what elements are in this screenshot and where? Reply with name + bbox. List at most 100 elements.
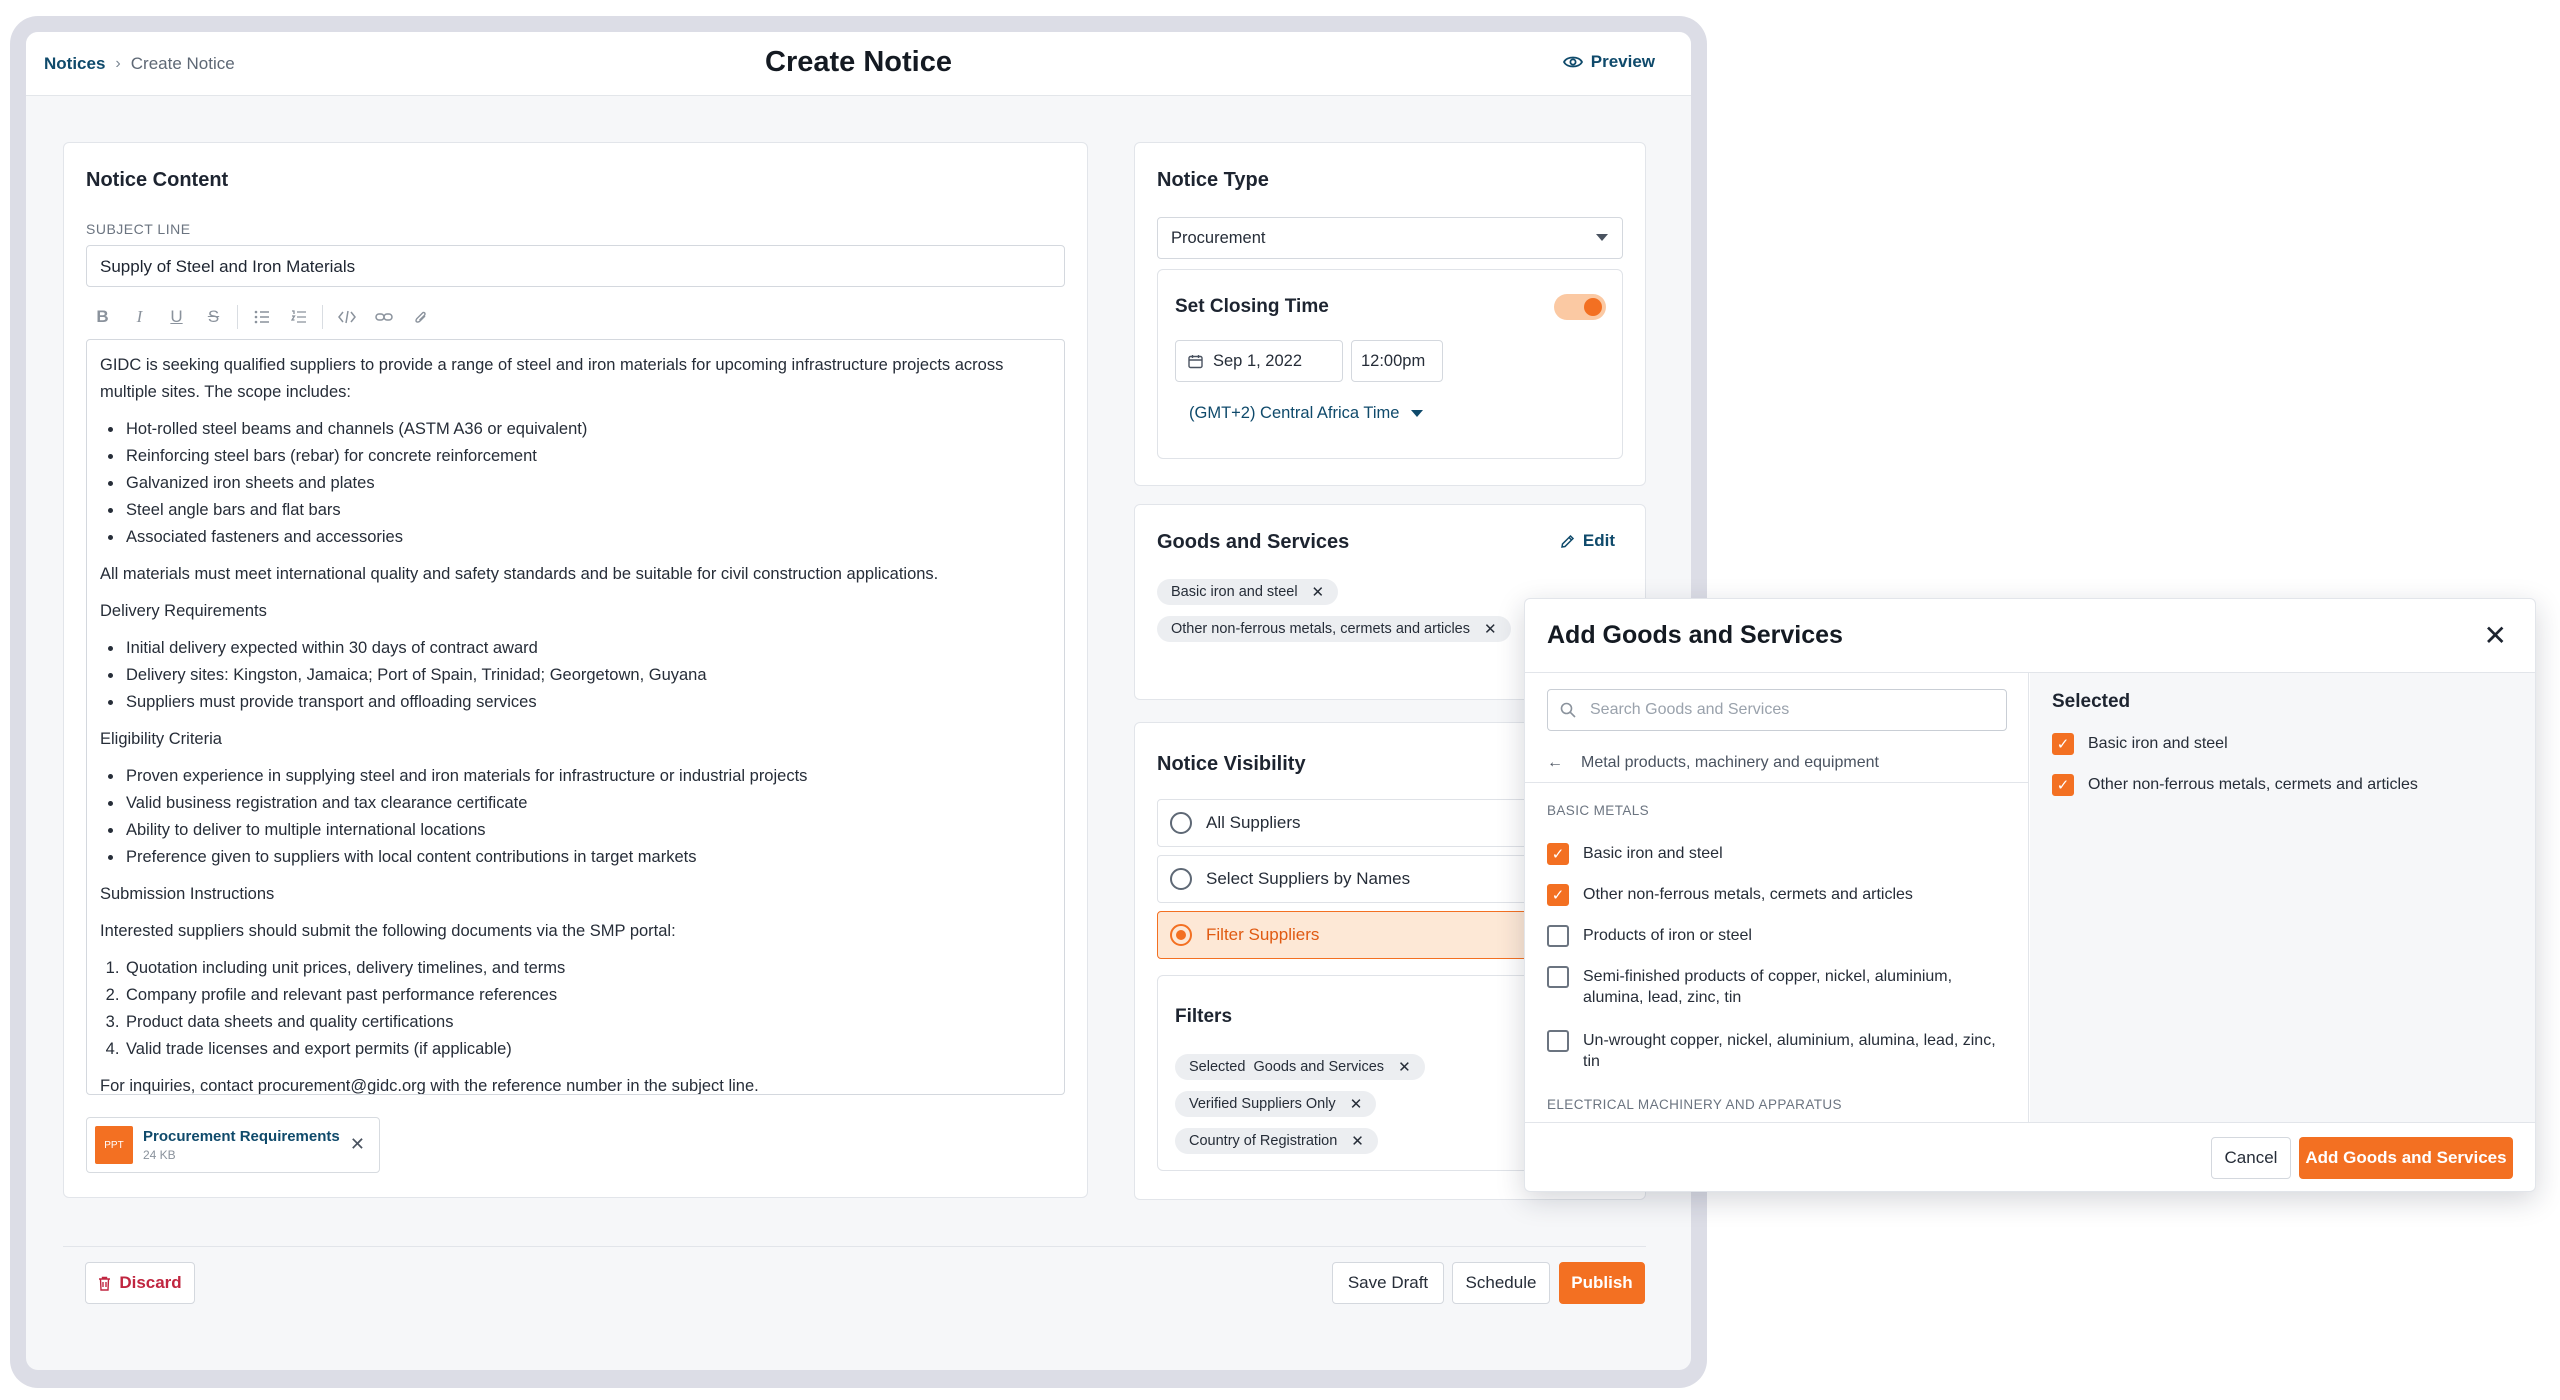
arrow-left-icon: ← (1547, 753, 1563, 771)
close-icon[interactable]: ✕ (1484, 620, 1497, 638)
selected-panel: Selected ✓ Basic iron and steel ✓ Other … (2030, 673, 2535, 1122)
search-placeholder: Search Goods and Services (1590, 701, 1790, 718)
preview-button[interactable]: Preview (1562, 52, 1655, 72)
checkbox-checked-icon[interactable]: ✓ (2052, 774, 2074, 796)
delivery-heading: Delivery Requirements (100, 602, 267, 620)
notice-body-editor[interactable]: GIDC is seeking qualified suppliers to p… (86, 339, 1065, 1095)
category-browser: Search Goods and Services ← Metal produc… (1525, 673, 2029, 1122)
goods-option[interactable]: ✓ Other non-ferrous metals, cermets and … (1547, 884, 2007, 906)
code-icon[interactable] (330, 302, 363, 332)
list-item: Preference given to suppliers with local… (124, 844, 1051, 871)
subject-line-label: SUBJECT LINE (86, 221, 191, 237)
caret-down-icon (1411, 410, 1424, 417)
modal-title: Add Goods and Services (1547, 621, 1843, 649)
attachment-icon[interactable] (404, 302, 437, 332)
scope-list: Hot-rolled steel beams and channels (AST… (124, 416, 1051, 551)
checkbox-checked-icon[interactable]: ✓ (1547, 884, 1569, 906)
attachment-file[interactable]: PPT Procurement Requirements 24 KB ✕ (86, 1117, 380, 1173)
eligibility-list: Proven experience in supplying steel and… (124, 763, 1051, 871)
goods-chip: Other non-ferrous metals, cermets and ar… (1157, 616, 1511, 642)
category-name: Metal products, machinery and equipment (1581, 753, 1879, 771)
editor-toolbar: B I U S (86, 299, 437, 335)
goods-option[interactable]: Products of iron or steel (1547, 925, 2007, 947)
discard-button[interactable]: Discard (85, 1262, 195, 1304)
list-item: Proven experience in supplying steel and… (124, 763, 1051, 790)
close-icon[interactable]: ✕ (1351, 1132, 1364, 1150)
group-heading: BASIC METALS (1547, 803, 1650, 818)
attachment-name[interactable]: Procurement Requirements (143, 1128, 340, 1145)
goods-option[interactable]: Un-wrought copper, nickel, aluminium, al… (1547, 1030, 2007, 1072)
publish-button[interactable]: Publish (1559, 1262, 1645, 1304)
checkbox-icon[interactable] (1547, 966, 1569, 988)
checkbox-checked-icon[interactable]: ✓ (1547, 843, 1569, 865)
close-icon[interactable]: ✕ (1350, 1095, 1363, 1113)
option-label: Other non-ferrous metals, cermets and ar… (1583, 886, 1913, 903)
toolbar-divider (322, 305, 323, 329)
selected-title: Selected (2052, 691, 2131, 712)
filters-title: Filters (1175, 1006, 1233, 1027)
back-to-category[interactable]: ← Metal products, machinery and equipmen… (1525, 743, 2028, 783)
add-goods-services-button[interactable]: Add Goods and Services (2299, 1137, 2513, 1179)
ppt-file-icon: PPT (95, 1126, 133, 1164)
add-goods-services-modal: Add Goods and Services ✕ Search Goods an… (1524, 598, 2536, 1192)
save-draft-button[interactable]: Save Draft (1332, 1262, 1444, 1304)
filter-chip: Selected Goods and Services ✕ (1175, 1054, 1425, 1080)
create-notice-window: Notices › Create Notice Create Notice Pr… (26, 32, 1691, 1370)
close-icon[interactable]: ✕ (1398, 1058, 1411, 1076)
checkbox-icon[interactable] (1547, 925, 1569, 947)
body-intro: GIDC is seeking qualified suppliers to p… (100, 356, 1004, 401)
option-label: Products of iron or steel (1583, 927, 1752, 944)
goods-services-title: Goods and Services (1157, 531, 1350, 553)
cancel-button[interactable]: Cancel (2211, 1137, 2291, 1179)
closing-time-toggle[interactable] (1554, 294, 1606, 320)
bullet-list-icon[interactable] (245, 302, 278, 332)
list-item: Valid business registration and tax clea… (124, 790, 1051, 817)
numbered-list-icon[interactable] (282, 302, 315, 332)
selected-label: Basic iron and steel (2088, 735, 2228, 752)
selected-item[interactable]: ✓ Basic iron and steel (2052, 733, 2228, 755)
submission-heading: Submission Instructions (100, 885, 275, 903)
eye-icon (1562, 56, 1583, 68)
modal-header: Add Goods and Services ✕ (1525, 599, 2535, 673)
modal-footer: Cancel Add Goods and Services (1525, 1122, 2535, 1191)
closing-time-input[interactable]: 12:00pm (1351, 340, 1443, 382)
checkbox-checked-icon[interactable]: ✓ (2052, 733, 2074, 755)
list-item: Quotation including unit prices, deliver… (124, 955, 1051, 982)
checkbox-icon[interactable] (1547, 1030, 1569, 1052)
closing-date-input[interactable]: Sep 1, 2022 (1175, 340, 1343, 382)
close-icon[interactable]: ✕ (350, 1134, 365, 1155)
option-label: All Suppliers (1206, 813, 1301, 832)
subject-line-input[interactable]: Supply of Steel and Iron Materials (86, 245, 1065, 287)
close-icon[interactable]: ✕ (1312, 583, 1325, 601)
list-item: Galvanized iron sheets and plates (124, 470, 1051, 497)
goods-option[interactable]: ✓ Basic iron and steel (1547, 843, 2007, 865)
list-item: Initial delivery expected within 30 days… (124, 635, 1051, 662)
timezone-select[interactable]: (GMT+2) Central Africa Time (1189, 404, 1424, 423)
page-title: Create Notice (765, 46, 952, 78)
goods-option[interactable]: Semi-finished products of copper, nickel… (1547, 966, 2007, 1008)
footer-divider (63, 1246, 1646, 1247)
strikethrough-icon[interactable]: S (197, 302, 230, 332)
notice-type-select[interactable]: Procurement (1157, 217, 1623, 259)
chip-label: Selected Goods and Services (1189, 1059, 1385, 1075)
group-heading: ELECTRICAL MACHINERY AND APPARATUS (1547, 1097, 1842, 1112)
italic-icon[interactable]: I (123, 302, 156, 332)
edit-label: Edit (1582, 531, 1615, 550)
schedule-button[interactable]: Schedule (1452, 1262, 1550, 1304)
closing-time-panel: Set Closing Time Sep 1, 2022 12:00pm (GM… (1157, 269, 1623, 459)
selected-item[interactable]: ✓ Other non-ferrous metals, cermets and … (2052, 774, 2418, 796)
goods-search-input[interactable]: Search Goods and Services (1547, 689, 2007, 731)
underline-icon[interactable]: U (160, 302, 193, 332)
selected-label: Other non-ferrous metals, cermets and ar… (2088, 776, 2418, 793)
toggle-knob (1584, 298, 1602, 316)
page-header: Notices › Create Notice Create Notice Pr… (26, 32, 1691, 96)
bold-icon[interactable]: B (86, 302, 119, 332)
body-inquiries: For inquiries, contact procurement@gidc.… (100, 1077, 759, 1095)
link-icon[interactable] (367, 302, 400, 332)
edit-goods-button[interactable]: Edit (1560, 531, 1615, 551)
preview-label: Preview (1590, 52, 1655, 71)
calendar-icon (1188, 354, 1203, 368)
option-label: Basic iron and steel (1583, 845, 1723, 862)
close-icon[interactable]: ✕ (2484, 619, 2507, 652)
trash-icon (99, 1276, 111, 1291)
